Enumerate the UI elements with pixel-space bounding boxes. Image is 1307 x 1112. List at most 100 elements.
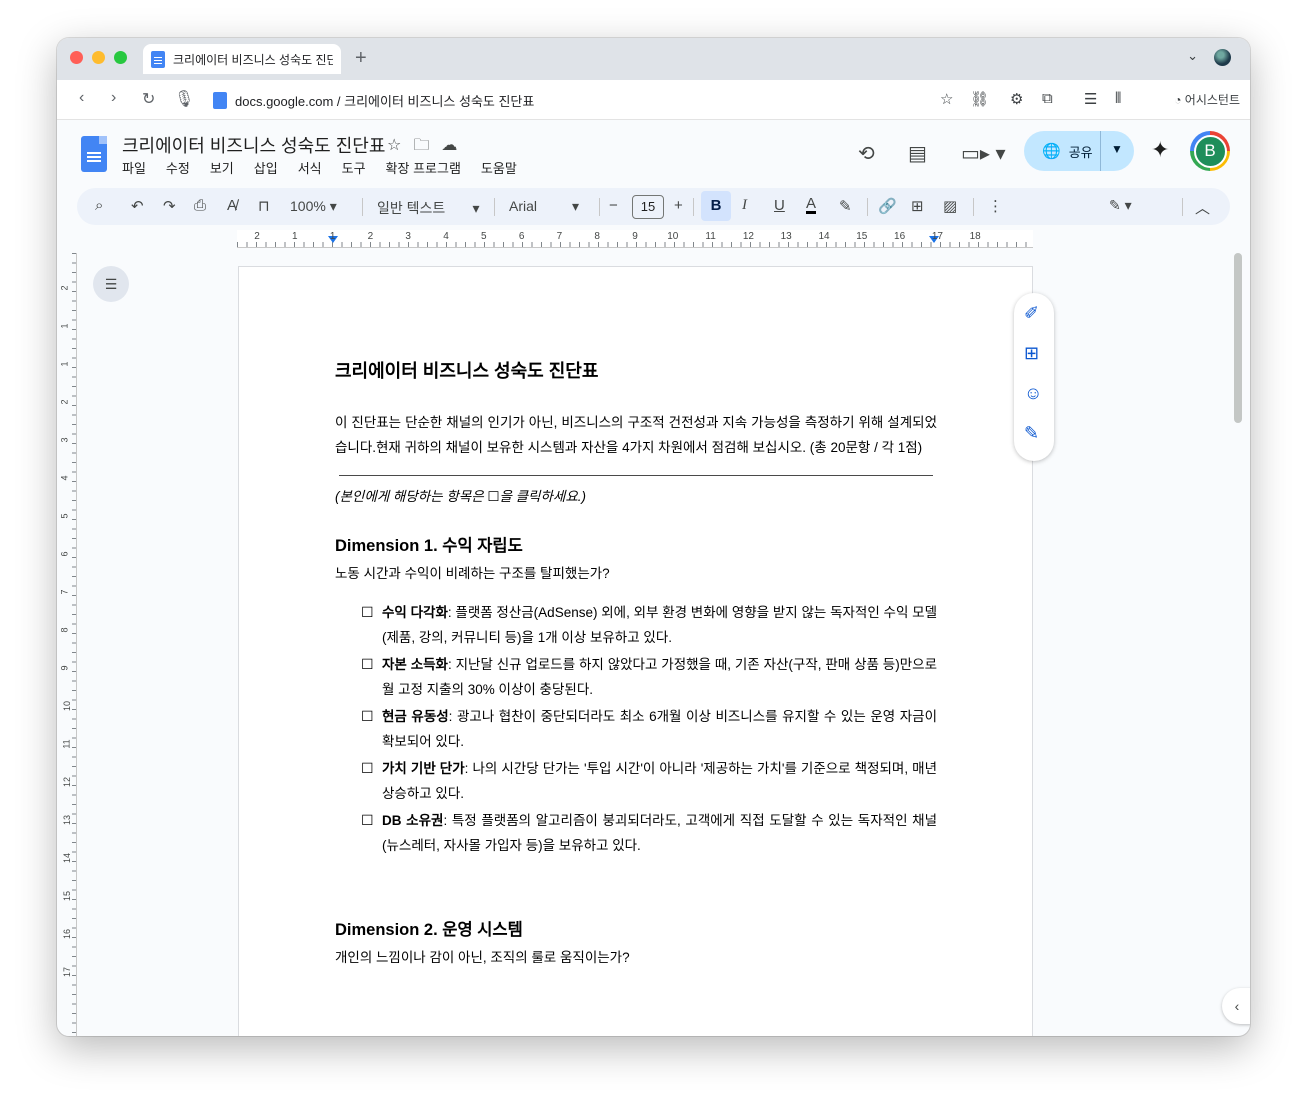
vertical-ruler-number: 2 bbox=[59, 399, 70, 405]
reading-list-icon[interactable]: ☰ bbox=[1084, 90, 1097, 108]
back-icon[interactable]: ‹ bbox=[79, 89, 84, 107]
new-tab-button[interactable]: + bbox=[355, 47, 367, 70]
bold-button[interactable]: B bbox=[701, 191, 731, 221]
puzzle-extensions-icon[interactable]: ⧉ bbox=[1042, 90, 1053, 107]
share-button[interactable]: 🌐 공유 ▼ bbox=[1024, 131, 1134, 171]
insert-link-icon[interactable]: 🔗 bbox=[878, 197, 897, 215]
editing-mode-select[interactable]: ✎ ▾ bbox=[1109, 197, 1132, 214]
paragraph-style-select[interactable]: 일반 텍스트 ▾ bbox=[377, 198, 480, 218]
checklist-item: ☐ 자본 소득화: 지난달 신규 업로드를 하지 않았다고 가정했을 때, 기존… bbox=[361, 652, 937, 702]
comments-icon[interactable]: ▤ bbox=[908, 141, 927, 166]
side-panel-toggle-button[interactable]: ‹ bbox=[1222, 988, 1250, 1024]
undo-icon[interactable]: ↶ bbox=[131, 197, 144, 215]
browser-window: 크리에이터 비즈니스 성숙도 진단표 + ⌄ ‹ › ↻ 🎙 docs.goog… bbox=[57, 38, 1250, 1036]
vertical-ruler-number: 1 bbox=[59, 323, 70, 329]
share-link-icon[interactable]: ⛓ bbox=[970, 90, 989, 108]
document-title[interactable]: 크리에이터 비즈니스 성숙도 진단표 bbox=[122, 132, 385, 158]
cloud-saved-icon[interactable]: ☁ bbox=[441, 137, 469, 154]
assistant-button[interactable]: ◔ 어시스턴트 bbox=[1174, 91, 1240, 108]
checklist-item: ☐ 현금 유동성: 광고나 협찬이 중단되더라도 최소 6개월 이상 비즈니스를… bbox=[361, 704, 937, 754]
close-window-button[interactable] bbox=[70, 51, 83, 64]
reload-icon[interactable]: ↻ bbox=[142, 89, 155, 109]
menu-help[interactable]: 도움말 bbox=[481, 158, 517, 177]
paint-format-icon[interactable]: ⊓ bbox=[258, 197, 270, 215]
move-folder-icon[interactable]: 🗀 bbox=[413, 137, 441, 154]
more-options-icon[interactable]: ⋮ bbox=[988, 197, 1003, 215]
checkbox[interactable]: ☐ bbox=[361, 704, 382, 754]
menu-file[interactable]: 파일 bbox=[122, 158, 146, 177]
print-icon[interactable]: ⎙ bbox=[194, 197, 206, 214]
star-icon[interactable]: ☆ bbox=[387, 137, 413, 154]
insert-image-icon[interactable]: ▨ bbox=[943, 197, 957, 215]
checkbox[interactable]: ☐ bbox=[361, 600, 382, 650]
help-me-write-icon[interactable]: ✐ bbox=[1024, 303, 1039, 324]
document-body[interactable]: 크리에이터 비즈니스 성숙도 진단표 이 진단표는 단순한 채널의 인기가 아닌… bbox=[335, 359, 937, 984]
ruler-number: 14 bbox=[818, 231, 830, 242]
browser-tab[interactable]: 크리에이터 비즈니스 성숙도 진단표 bbox=[143, 44, 341, 74]
microphone-icon[interactable]: 🎙 bbox=[174, 89, 194, 109]
minimize-window-button[interactable] bbox=[92, 51, 105, 64]
checkbox[interactable]: ☐ bbox=[361, 756, 382, 806]
ruler-number: 1 bbox=[329, 231, 336, 242]
menu-edit[interactable]: 수정 bbox=[166, 158, 190, 177]
italic-button[interactable]: I bbox=[742, 197, 747, 214]
checkbox[interactable]: ☐ bbox=[361, 808, 382, 858]
ruler-number: 7 bbox=[556, 231, 563, 242]
extension-icon[interactable]: ⚙ bbox=[1010, 90, 1023, 108]
floating-actions-panel: ✐ ⊞ ☺ ✎ bbox=[1014, 293, 1054, 461]
font-size-input[interactable]: 15 bbox=[632, 195, 664, 219]
voice-icon[interactable]: ⫴ bbox=[1115, 90, 1121, 107]
emoji-reaction-icon[interactable]: ☺ bbox=[1024, 383, 1042, 404]
zoom-select[interactable]: 100% ▾ bbox=[290, 198, 337, 215]
document-page[interactable]: 크리에이터 비즈니스 성숙도 진단표 이 진단표는 단순한 채널의 인기가 아닌… bbox=[238, 266, 1033, 1036]
url-field[interactable]: docs.google.com / 크리에이터 비즈니스 성숙도 진단표 bbox=[213, 91, 534, 110]
browser-profile-icon[interactable] bbox=[1214, 49, 1231, 66]
horizontal-ruler[interactable]: 2 1 1 2 3 4 5 6 7 8 9 10 11 12 13 14 15 16 17 18 bbox=[237, 230, 1033, 248]
spellcheck-icon[interactable]: A̸ bbox=[227, 197, 237, 214]
font-select[interactable]: Arial ▾ bbox=[509, 198, 579, 215]
search-menus-icon[interactable]: ⌕ bbox=[95, 197, 103, 214]
gemini-sparkle-icon[interactable]: ✦ bbox=[1151, 137, 1169, 163]
vertical-ruler-number: 12 bbox=[62, 776, 73, 788]
menu-format[interactable]: 서식 bbox=[298, 158, 322, 177]
underline-button[interactable]: U bbox=[774, 197, 785, 214]
share-dropdown-icon[interactable]: ▼ bbox=[1111, 142, 1123, 156]
version-history-icon[interactable]: ⟲ bbox=[858, 141, 875, 166]
checklist-item: ☐ 가치 기반 단가: 나의 시간당 단가는 '투입 시간'이 아니라 '제공하… bbox=[361, 756, 937, 806]
maximize-window-button[interactable] bbox=[114, 51, 127, 64]
bookmark-star-icon[interactable]: ☆ bbox=[940, 90, 953, 108]
menu-view[interactable]: 보기 bbox=[210, 158, 234, 177]
collapse-menus-icon[interactable]: ︿ bbox=[1195, 197, 1210, 218]
checkbox[interactable]: ☐ bbox=[361, 652, 382, 702]
paragraph-style-value: 일반 텍스트 bbox=[377, 200, 446, 216]
forward-icon[interactable]: › bbox=[111, 89, 116, 107]
vertical-scrollbar[interactable] bbox=[1234, 253, 1242, 423]
ruler-number: 3 bbox=[405, 231, 411, 242]
docs-logo-icon[interactable] bbox=[81, 136, 107, 172]
document-outline-button[interactable]: ☰ bbox=[93, 266, 129, 302]
increase-font-size-icon[interactable]: + bbox=[674, 197, 683, 214]
menu-tools[interactable]: 도구 bbox=[342, 158, 366, 177]
decrease-font-size-icon[interactable]: − bbox=[609, 197, 618, 214]
ruler-number: 9 bbox=[632, 231, 638, 242]
tab-search-button[interactable]: ⌄ bbox=[1187, 48, 1198, 64]
add-comment-float-icon[interactable]: ⊞ bbox=[1024, 343, 1039, 364]
add-comment-icon[interactable]: ⊞ bbox=[911, 197, 924, 215]
menu-insert[interactable]: 삽입 bbox=[254, 158, 278, 177]
item-description: : 나의 시간당 단가는 '투입 시간'이 아니라 '제공하는 가치'를 기준으… bbox=[382, 761, 937, 801]
avatar-initial: B bbox=[1193, 134, 1227, 168]
vertical-ruler-number: 16 bbox=[62, 928, 73, 940]
account-avatar[interactable]: B bbox=[1190, 131, 1230, 171]
meet-video-icon[interactable]: ▭▸ ▾ bbox=[961, 141, 1006, 166]
ruler-number: 5 bbox=[481, 231, 487, 242]
text-color-button[interactable]: A bbox=[806, 196, 817, 214]
dimension1-subtitle: 노동 시간과 수익이 비례하는 구조를 탈피했는가? bbox=[335, 566, 610, 581]
highlight-pen-icon[interactable]: ✎ bbox=[839, 197, 852, 215]
suggest-edits-icon[interactable]: ✎ bbox=[1024, 423, 1039, 444]
intro-paragraph: 이 진단표는 단순한 채널의 인기가 아닌, 비즈니스의 구조적 건전성과 지속… bbox=[335, 415, 937, 455]
ruler-number: 18 bbox=[969, 231, 981, 242]
menu-extensions[interactable]: 확장 프로그램 bbox=[386, 158, 461, 177]
vertical-ruler[interactable]: 2 1 1 2 3 4 5 6 7 8 9 10 11 12 13 14 15 16 17 bbox=[59, 253, 77, 1036]
redo-icon[interactable]: ↷ bbox=[163, 197, 176, 215]
vertical-ruler-number: 3 bbox=[59, 437, 70, 443]
